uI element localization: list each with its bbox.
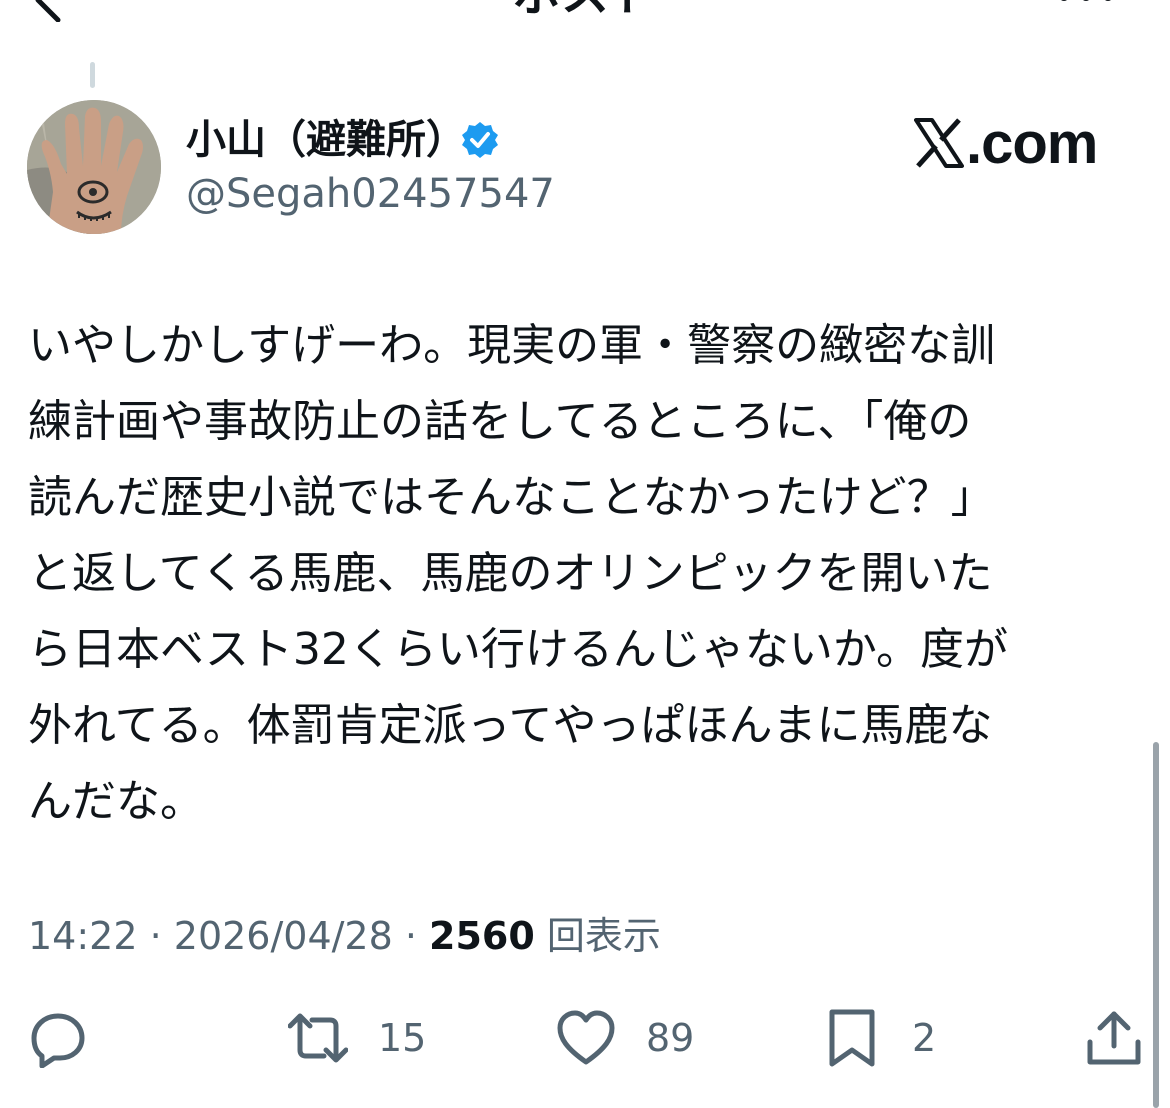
tweet-text-line: いやしかしすげーわ。現実の軍・警察の緻密な訓 [28,320,996,371]
x-watermark: .com [914,108,1114,176]
tweet-text-line: ら日本ベスト32くらい行けるんじゃないか。度が [28,624,1008,675]
tweet-text-line: 練計画や事故防止の話をしてるところに、「俺の [28,396,972,447]
reply-icon [31,1013,85,1068]
meta-separator: · [137,914,174,958]
avatar[interactable] [27,100,161,234]
author-name[interactable]: 小山（避難所） [186,114,466,166]
tweet-text-line: 外れてる。体罰肯定派ってやっぱほんまに馬鹿な [28,700,993,751]
views-count: 2560 [429,914,535,958]
bookmark-count: 2 [912,1016,937,1060]
views-label: 回表示 [546,914,661,958]
tweet-text-line: んだな。 [28,776,204,827]
verified-badge-icon [462,122,498,158]
repost-icon [288,1013,348,1063]
x-logo-icon [914,118,964,168]
tweet-text: いやしかしすげーわ。現実の軍・警察の緻密な訓 練計画や事故防止の話をしてるところ… [28,308,1008,840]
scrollbar[interactable] [1153,742,1159,1108]
tweet-date[interactable]: 2026/04/28 [174,914,393,958]
share-button[interactable] [1084,1008,1144,1068]
repost-count: 15 [378,1016,427,1060]
repost-button[interactable]: 15 [288,1008,448,1068]
meta-separator: · [392,914,430,958]
thread-connector-line [90,62,95,88]
heart-icon [557,1010,615,1065]
tweet-text-line: と返してくる馬鹿、馬鹿のオリンピックを開いた [28,548,993,599]
tweet-text-line: 読んだ歴史小説ではそんなことなかったけど？」 [28,472,995,523]
bookmark-button[interactable]: 2 [822,1008,962,1068]
like-button[interactable]: 89 [556,1008,716,1068]
bookmark-icon [829,1009,875,1067]
reply-button[interactable] [28,1008,88,1068]
share-icon [1087,1011,1141,1065]
author-handle[interactable]: @Segah02457547 [186,168,555,220]
more-horizontal-icon[interactable] [1056,0,1116,8]
tweet-meta: 14:22 · 2026/04/28 · 2560 回表示 [28,910,661,962]
page-title: ポスト [0,0,1170,22]
watermark-text: .com [966,111,1098,176]
tweet-time[interactable]: 14:22 [28,914,138,958]
like-count: 89 [646,1016,695,1060]
